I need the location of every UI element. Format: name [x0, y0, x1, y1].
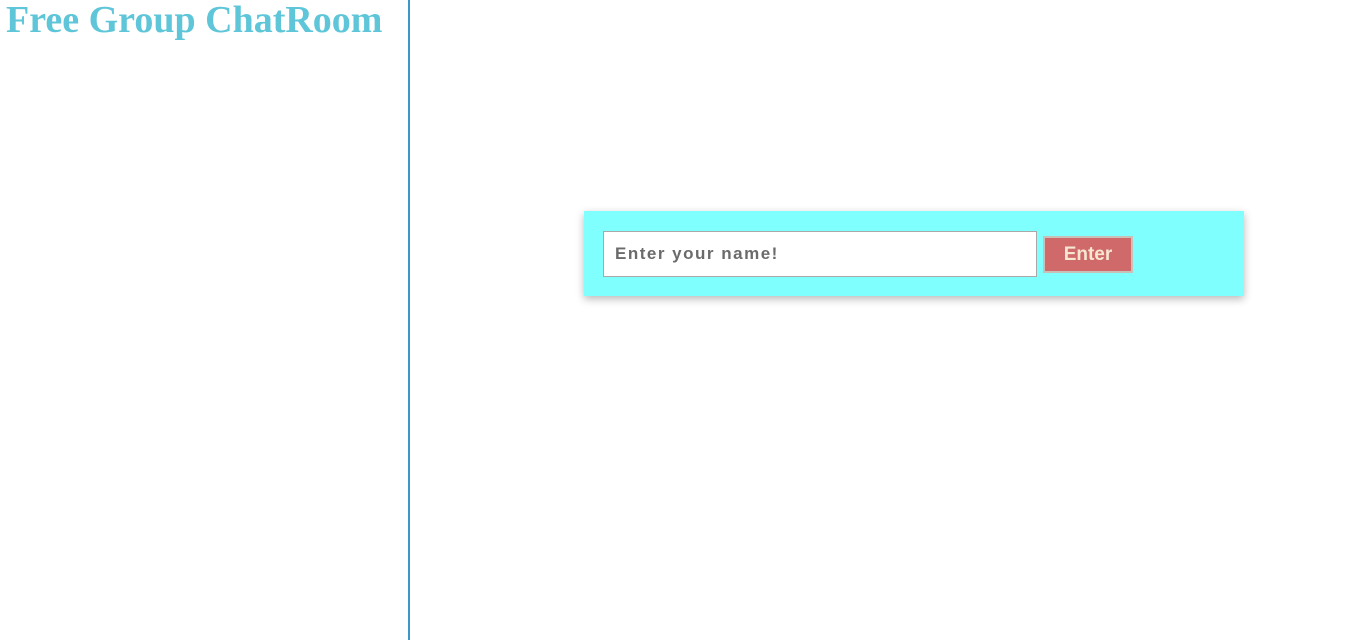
name-input[interactable] — [603, 231, 1037, 277]
main-area: Enter — [410, 0, 1348, 640]
name-entry-panel: Enter — [584, 211, 1244, 296]
enter-button[interactable]: Enter — [1043, 236, 1133, 273]
chat-app: Free Group ChatRoom Enter — [0, 0, 1348, 640]
app-title: Free Group ChatRoom — [6, 0, 383, 41]
sidebar: Free Group ChatRoom — [0, 0, 410, 640]
